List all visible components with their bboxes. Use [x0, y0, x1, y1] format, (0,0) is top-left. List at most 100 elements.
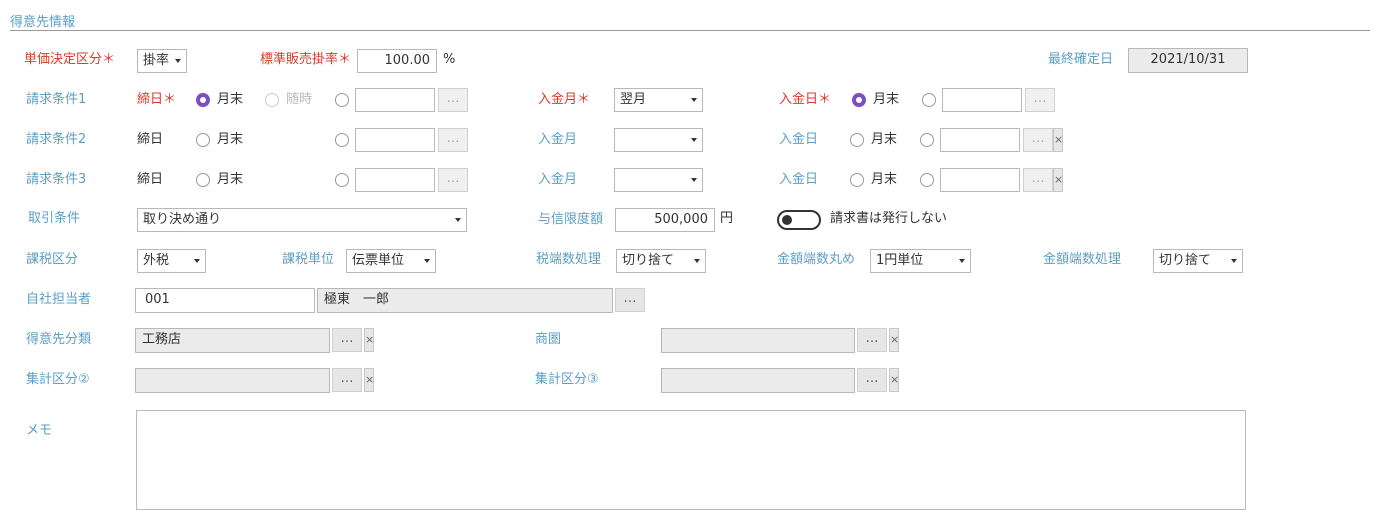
invoice-toggle[interactable] [777, 210, 821, 230]
billing3-day-ellipsis-icon[interactable]: … [438, 168, 468, 192]
chevron-down-icon [691, 178, 697, 182]
billing2-clear-icon[interactable]: × [1053, 128, 1063, 152]
billing2-shime-label: 締日 [137, 132, 164, 147]
billing1-label: 請求条件1 [26, 92, 87, 107]
billing2-day-radio[interactable] [335, 133, 349, 147]
tax-tani-select[interactable]: 伝票単位 [346, 249, 436, 273]
billing3-day-input[interactable] [355, 168, 435, 192]
billing2-nyukin-tsuki-select[interactable] [614, 128, 703, 152]
percent-unit: % [443, 52, 456, 67]
shukei3-field [661, 368, 855, 393]
zeihasu-value: 切り捨て [622, 253, 675, 268]
billing3-nyukin-day-radio[interactable] [920, 173, 934, 187]
billing3-nyukin-tsuki-label: 入金月 [538, 172, 578, 187]
trade-label: 取引条件 [28, 211, 81, 226]
billing1-getsumatsu-radio[interactable] [196, 93, 210, 107]
kingaku-select[interactable]: 切り捨て [1153, 249, 1243, 273]
billing1-nyukin-day-radio[interactable] [922, 93, 936, 107]
billing1-getsumatsu-text: 月末 [217, 92, 244, 107]
billing1-nyukin-day-ellipsis-icon[interactable]: … [1025, 88, 1055, 112]
billing3-day-radio[interactable] [335, 173, 349, 187]
section-title: 得意先情報 [10, 15, 76, 30]
billing1-shime-label: 締日＊ [137, 92, 177, 107]
staff-ellipsis-icon[interactable]: … [615, 288, 645, 312]
billing2-day-input[interactable] [355, 128, 435, 152]
shukei2-label: 集計区分② [26, 372, 90, 387]
invoice-toggle-label: 請求書は発行しない [830, 211, 948, 226]
trade-select-value: 取り決め通り [143, 212, 222, 227]
shukei2-ellipsis-icon[interactable]: … [332, 368, 362, 392]
chevron-down-icon [175, 59, 181, 63]
bunrui-ellipsis-icon[interactable]: … [332, 328, 362, 352]
staff-code-input[interactable]: 001 [135, 288, 315, 313]
shoken-clear-icon[interactable]: × [889, 328, 899, 352]
billing2-day-ellipsis-icon[interactable]: … [438, 128, 468, 152]
trade-select[interactable]: 取り決め通り [137, 208, 467, 232]
bunrui-label: 得意先分類 [26, 332, 92, 347]
marume-label: 金額端数丸め [777, 252, 856, 267]
bunrui-field: 工務店 [135, 328, 330, 353]
billing2-nyukin-getsumatsu-text: 月末 [871, 132, 898, 147]
billing1-zuiji-radio[interactable] [265, 93, 279, 107]
marume-select[interactable]: 1円単位 [870, 249, 971, 273]
billing3-clear-icon[interactable]: × [1053, 168, 1063, 192]
chevron-down-icon [691, 98, 697, 102]
staff-name-field: 極東 一郎 [317, 288, 613, 313]
tanka-select-value: 掛率 [143, 53, 170, 68]
billing3-nyukin-day-input[interactable] [940, 168, 1020, 192]
zeihasu-label: 税端数処理 [536, 252, 602, 267]
billing1-day-radio[interactable] [335, 93, 349, 107]
tanka-label: 単価決定区分＊ [24, 52, 116, 67]
memo-textarea[interactable] [136, 410, 1246, 510]
billing3-nyukin-tsuki-select[interactable] [614, 168, 703, 192]
credit-label: 与信限度額 [538, 212, 604, 227]
billing3-nyukin-hi-label: 入金日 [779, 172, 819, 187]
shukei2-clear-icon[interactable]: × [364, 368, 374, 392]
shoken-field [661, 328, 855, 353]
chevron-down-icon [194, 259, 200, 263]
billing2-nyukin-getsumatsu-radio[interactable] [850, 133, 864, 147]
billing3-nyukin-day-ellipsis-icon[interactable]: … [1023, 168, 1053, 192]
hyojun-input[interactable]: 100.00 [357, 49, 437, 73]
billing2-nyukin-day-radio[interactable] [920, 133, 934, 147]
billing2-nyukin-day-input[interactable] [940, 128, 1020, 152]
tax-kubun-label: 課税区分 [26, 252, 79, 267]
billing3-getsumatsu-radio[interactable] [196, 173, 210, 187]
zeihasu-select[interactable]: 切り捨て [616, 249, 706, 273]
marume-value: 1円単位 [876, 253, 924, 268]
kingaku-label: 金額端数処理 [1043, 252, 1122, 267]
billing1-nyukin-getsumatsu-radio[interactable] [852, 93, 866, 107]
shukei3-clear-icon[interactable]: × [889, 368, 899, 392]
shukei3-label: 集計区分③ [535, 372, 599, 387]
billing1-nyukin-day-input[interactable] [942, 88, 1022, 112]
chevron-down-icon [455, 218, 461, 222]
credit-input[interactable]: 500,000 [615, 208, 715, 232]
billing3-nyukin-getsumatsu-text: 月末 [871, 172, 898, 187]
billing1-nyukin-getsumatsu-text: 月末 [873, 92, 900, 107]
billing1-day-ellipsis-icon[interactable]: … [438, 88, 468, 112]
billing1-day-input[interactable] [355, 88, 435, 112]
memo-label: メモ [26, 423, 53, 438]
billing3-nyukin-getsumatsu-radio[interactable] [850, 173, 864, 187]
tax-kubun-select[interactable]: 外税 [137, 249, 206, 273]
chevron-down-icon [424, 259, 430, 263]
billing2-getsumatsu-radio[interactable] [196, 133, 210, 147]
billing1-nyukin-tsuki-select[interactable]: 翌月 [614, 88, 703, 112]
chevron-down-icon [691, 138, 697, 142]
chevron-down-icon [959, 259, 965, 263]
bunrui-clear-icon[interactable]: × [364, 328, 374, 352]
billing2-getsumatsu-text: 月末 [217, 132, 244, 147]
billing3-getsumatsu-text: 月末 [217, 172, 244, 187]
billing1-nyukin-tsuki-value: 翌月 [620, 92, 647, 107]
tanka-select[interactable]: 掛率 [137, 49, 187, 73]
staff-label: 自社担当者 [26, 292, 92, 307]
chevron-down-icon [1231, 259, 1237, 263]
billing2-label: 請求条件2 [26, 132, 87, 147]
shukei2-field [135, 368, 330, 393]
shukei3-ellipsis-icon[interactable]: … [857, 368, 887, 392]
shoken-ellipsis-icon[interactable]: … [857, 328, 887, 352]
toggle-knob [782, 215, 792, 225]
chevron-down-icon [694, 259, 700, 263]
hyojun-label: 標準販売掛率＊ [260, 52, 352, 67]
billing2-nyukin-day-ellipsis-icon[interactable]: … [1023, 128, 1053, 152]
